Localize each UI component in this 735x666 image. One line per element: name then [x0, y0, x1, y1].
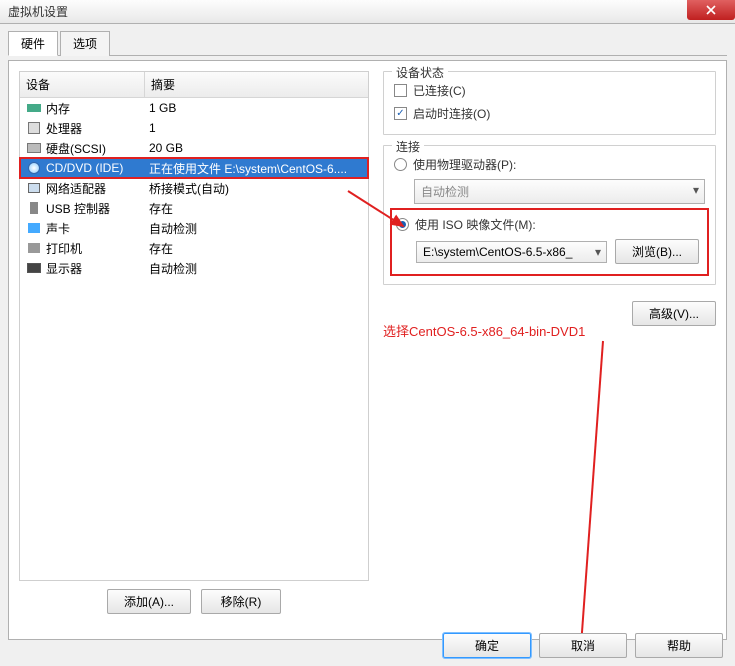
hardware-row[interactable]: CD/DVD (IDE)正在使用文件 E:\system\CentOS-6...… — [20, 158, 368, 178]
tab-bar: 硬件 选项 — [8, 30, 727, 56]
add-button[interactable]: 添加(A)... — [107, 589, 191, 614]
device-icon — [26, 260, 42, 276]
hardware-row[interactable]: 网络适配器桥接模式(自动) — [20, 178, 368, 198]
device-name: USB 控制器 — [46, 200, 149, 217]
hardware-row[interactable]: 显示器自动检测 — [20, 258, 368, 278]
device-icon — [26, 100, 42, 116]
use-iso-radio[interactable] — [396, 218, 409, 231]
remove-button[interactable]: 移除(R) — [201, 589, 281, 614]
device-name: 打印机 — [46, 240, 149, 257]
device-name: 网络适配器 — [46, 180, 149, 197]
device-status-group: 设备状态 已连接(C) 启动时连接(O) — [383, 71, 716, 135]
device-summary: 正在使用文件 E:\system\CentOS-6.... — [149, 160, 362, 177]
col-summary: 摘要 — [145, 72, 368, 97]
device-status-legend: 设备状态 — [392, 64, 448, 81]
hardware-row[interactable]: 内存1 GB — [20, 98, 368, 118]
help-button[interactable]: 帮助 — [635, 633, 723, 658]
arrow-2 — [573, 336, 613, 656]
device-summary: 自动检测 — [149, 260, 362, 277]
iso-path-combo[interactable]: E:\system\CentOS-6.5-x86_ — [416, 241, 607, 263]
device-icon — [26, 220, 42, 236]
device-summary: 自动检测 — [149, 220, 362, 237]
device-summary: 存在 — [149, 240, 362, 257]
browse-button[interactable]: 浏览(B)... — [615, 239, 699, 264]
cancel-button[interactable]: 取消 — [539, 633, 627, 658]
use-physical-radio[interactable] — [394, 158, 407, 171]
connection-group: 连接 使用物理驱动器(P): 自动检测 使用 ISO 映像文件(M): E:\s… — [383, 145, 716, 285]
device-icon — [26, 180, 42, 196]
hardware-list-header: 设备 摘要 — [20, 72, 368, 98]
device-summary: 20 GB — [149, 141, 362, 155]
ok-button[interactable]: 确定 — [443, 633, 531, 658]
device-name: 声卡 — [46, 220, 149, 237]
device-summary: 1 — [149, 121, 362, 135]
hardware-list[interactable]: 设备 摘要 内存1 GB处理器1硬盘(SCSI)20 GBCD/DVD (IDE… — [19, 71, 369, 581]
connected-checkbox[interactable] — [394, 84, 407, 97]
device-name: CD/DVD (IDE) — [46, 161, 149, 175]
connected-label: 已连接(C) — [413, 82, 466, 99]
device-icon — [26, 140, 42, 156]
device-icon — [26, 120, 42, 136]
hardware-row[interactable]: USB 控制器存在 — [20, 198, 368, 218]
close-icon — [706, 5, 716, 15]
connection-legend: 连接 — [392, 138, 424, 155]
use-iso-label: 使用 ISO 映像文件(M): — [415, 216, 536, 233]
device-icon — [26, 240, 42, 256]
device-icon — [26, 160, 42, 176]
advanced-button[interactable]: 高级(V)... — [632, 301, 716, 326]
tab-options[interactable]: 选项 — [60, 31, 110, 56]
hardware-row[interactable]: 打印机存在 — [20, 238, 368, 258]
device-name: 内存 — [46, 100, 149, 117]
hardware-row[interactable]: 处理器1 — [20, 118, 368, 138]
col-device: 设备 — [20, 72, 145, 97]
connect-on-start-checkbox[interactable] — [394, 107, 407, 120]
device-summary: 桥接模式(自动) — [149, 180, 362, 197]
hardware-row[interactable]: 硬盘(SCSI)20 GB — [20, 138, 368, 158]
device-summary: 存在 — [149, 200, 362, 217]
device-name: 显示器 — [46, 260, 149, 277]
close-button[interactable] — [687, 0, 735, 20]
device-icon — [26, 200, 42, 216]
device-name: 处理器 — [46, 120, 149, 137]
device-summary: 1 GB — [149, 101, 362, 115]
physical-drive-combo[interactable]: 自动检测 — [414, 179, 705, 204]
hardware-row[interactable]: 声卡自动检测 — [20, 218, 368, 238]
use-physical-label: 使用物理驱动器(P): — [413, 156, 516, 173]
annotation-text: 选择CentOS-6.5-x86_64-bin-DVD1 — [383, 321, 585, 340]
connect-on-start-label: 启动时连接(O) — [413, 105, 490, 122]
dialog-title: 虚拟机设置 — [8, 3, 68, 20]
tab-hardware[interactable]: 硬件 — [8, 31, 58, 56]
device-name: 硬盘(SCSI) — [46, 140, 149, 157]
